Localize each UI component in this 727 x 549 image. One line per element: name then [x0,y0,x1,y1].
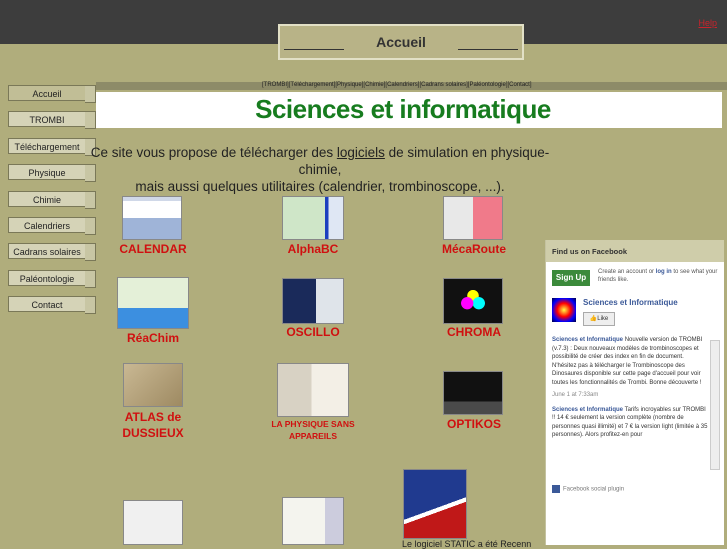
sidebar-item-physique[interactable]: Physique [8,164,96,182]
sidebar: Accueil TROMBI Téléchargement Physique C… [0,82,96,545]
intro-line2: mais aussi quelques utilitaires (calendr… [135,179,505,194]
facebook-feed: Sciences et Informatique Nouvelle versio… [552,336,708,440]
calendar-thumbnail[interactable] [122,196,182,240]
reachim-thumbnail[interactable] [117,277,189,329]
help-link[interactable]: Help [698,18,717,28]
topnav-item-chimie[interactable]: [Chimie] [363,82,385,88]
facebook-login-link[interactable]: log in [656,269,672,275]
facebook-post: Sciences et Informatique Tarifs incroyab… [552,406,708,440]
topnav-item-calendriers[interactable]: [Calendriers] [385,82,419,88]
topnav-item-telechargement[interactable]: [Téléchargement] [289,82,336,88]
topnav-item-physique[interactable]: [Physique] [335,82,363,88]
reachim-link[interactable]: RéaChim [110,331,196,345]
optikos-link[interactable]: OPTIKOS [428,417,520,431]
facebook-page-name[interactable]: Sciences et Informatique [583,298,678,307]
title-decor-line [284,49,344,50]
static-caption: Le logiciel STATIC a été Recenn [402,539,532,549]
mecaroute-link[interactable]: MécaRoute [428,242,520,256]
mecaroute-thumbnail[interactable] [443,196,503,240]
facebook-widget: Find us on Facebook Sign Up Create an ac… [545,240,724,545]
optikos-thumbnail[interactable] [443,371,503,415]
atlas-link[interactable]: ATLAS de DUSSIEUX [110,409,196,441]
logiciels-link[interactable]: logiciels [337,145,385,160]
title-decor-line [458,49,518,50]
topnav-item-paleontologie[interactable]: [Paléontologie] [468,82,508,88]
facebook-icon [552,485,560,493]
feed-scrollbar[interactable] [710,340,720,470]
chroma-thumbnail[interactable] [443,278,503,324]
physique-sans-appareils-thumbnail[interactable] [277,363,349,417]
sidebar-item-contact[interactable]: Contact [8,296,96,314]
page-title-box: Accueil [278,24,524,60]
alphabc-thumbnail[interactable] [282,196,344,240]
atlas-thumbnail[interactable] [123,363,183,407]
sidebar-item-telechargement[interactable]: Téléchargement [8,138,96,156]
signup-text-1: Create an account or [598,269,656,275]
oscillo-link[interactable]: OSCILLO [272,325,354,339]
facebook-title: Find us on Facebook [546,240,724,262]
post-date[interactable]: June 1 at 7:33am [552,391,708,400]
top-navigation: [TROMBI][Téléchargement][Physique][Chimi… [262,82,532,88]
topnav-item-contact[interactable]: [Contact] [508,82,532,88]
app-thumbnail-row4-middle[interactable] [282,497,344,545]
facebook-like-button[interactable]: 👍Like [583,312,615,326]
facebook-signup-text: Create an account or log in to see what … [598,268,720,284]
sidebar-item-calendriers[interactable]: Calendriers [8,217,96,235]
main-heading: Sciences et informatique [255,94,551,124]
topnav-item-cadrans[interactable]: [Cadrans solaires] [419,82,467,88]
physique-sans-appareils-link[interactable]: LA PHYSIQUE SANS APPAREILS [266,418,360,442]
facebook-post: Sciences et Informatique Nouvelle versio… [552,336,708,387]
sidebar-item-accueil[interactable]: Accueil [8,85,96,103]
sidebar-item-paleontologie[interactable]: Paléontologie [8,270,96,288]
facebook-page-avatar[interactable] [552,298,576,322]
oscillo-thumbnail[interactable] [282,278,344,324]
intro-text: Ce site vous propose de télécharger des … [90,144,550,195]
alphabc-link[interactable]: AlphaBC [272,242,354,256]
facebook-footer: Facebook social plugin [546,485,727,493]
post-text: Nouvelle version de TROMBI (v.7.3) : Deu… [552,337,703,386]
app-thumbnail-row4-left[interactable] [123,500,183,545]
post-author[interactable]: Sciences et Informatique [552,407,623,413]
sidebar-item-trombi[interactable]: TROMBI [8,111,96,129]
like-label: Like [597,316,609,322]
post-author[interactable]: Sciences et Informatique [552,337,623,343]
calendar-link[interactable]: CALENDAR [110,242,196,256]
static-thumbnail[interactable] [403,469,467,539]
sidebar-item-chimie[interactable]: Chimie [8,191,96,209]
facebook-signup-button[interactable]: Sign Up [552,270,590,286]
intro-prefix: Ce site vous propose de télécharger des [90,145,337,160]
topnav-item-trombi[interactable]: [TROMBI] [262,82,289,88]
facebook-plugin-label: Facebook social plugin [563,486,625,493]
sidebar-item-cadrans-solaires[interactable]: Cadrans solaires [8,243,96,261]
page-title: Accueil [376,34,426,50]
chroma-link[interactable]: CHROMA [428,325,520,339]
